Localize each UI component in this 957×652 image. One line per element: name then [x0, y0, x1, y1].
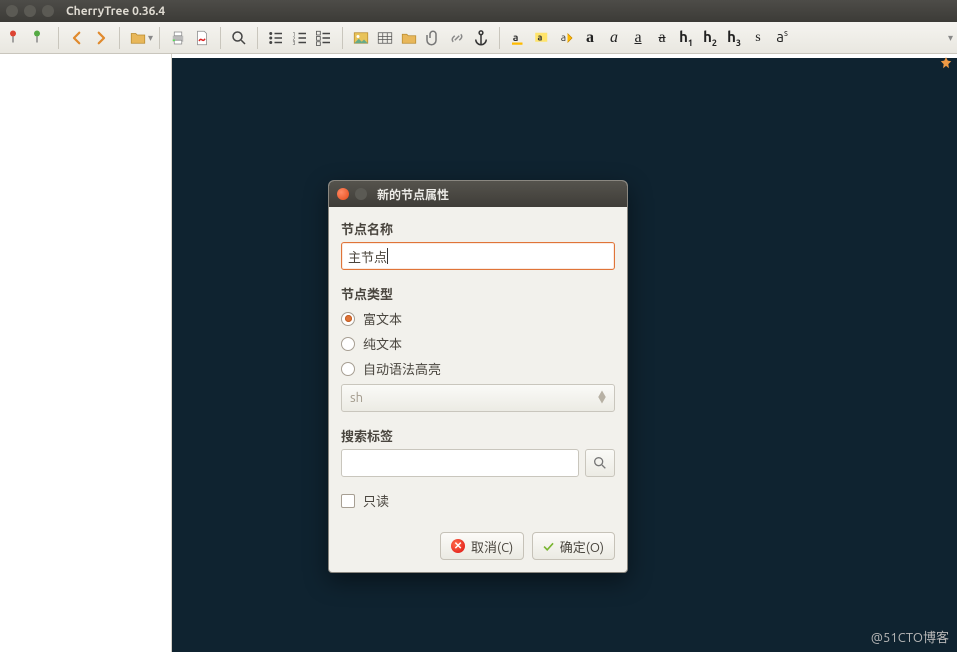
- export-pdf-button[interactable]: [190, 26, 214, 50]
- format-color-button[interactable]: a: [506, 26, 530, 50]
- editor-top-strip: [172, 54, 957, 58]
- svg-text:3: 3: [293, 39, 296, 45]
- toolbar-separator: [220, 27, 221, 49]
- heading2-button[interactable]: h2: [698, 26, 722, 50]
- search-tags-label: 搜索标签: [341, 426, 615, 445]
- print-button[interactable]: [166, 26, 190, 50]
- ok-button[interactable]: ✓ 确定(O): [532, 532, 615, 560]
- search-tags-button[interactable]: [585, 449, 615, 477]
- node-name-value: 主节点: [348, 247, 387, 266]
- insert-image-button[interactable]: [349, 26, 373, 50]
- dialog-close-icon[interactable]: [337, 188, 349, 200]
- svg-text:a: a: [513, 31, 519, 43]
- format-highlight-button[interactable]: a: [530, 26, 554, 50]
- open-folder-button[interactable]: [126, 26, 150, 50]
- readonly-checkbox-row[interactable]: 只读: [341, 491, 615, 510]
- node-type-plain-label: 纯文本: [363, 334, 402, 353]
- cancel-icon: ✕: [451, 539, 465, 553]
- insert-codebox-button[interactable]: [397, 26, 421, 50]
- node-type-rich-option[interactable]: 富文本: [341, 309, 615, 328]
- node-type-auto-label: 自动语法高亮: [363, 359, 441, 378]
- tree-sidebar[interactable]: [0, 54, 172, 652]
- insert-file-button[interactable]: [421, 26, 445, 50]
- node-type-rich-label: 富文本: [363, 309, 402, 328]
- dialog-minimize-icon[interactable]: [355, 188, 367, 200]
- window-minimize-icon[interactable]: [24, 5, 36, 17]
- toolbar-separator: [119, 27, 120, 49]
- format-underline-button[interactable]: a: [626, 26, 650, 50]
- node-type-auto-option[interactable]: 自动语法高亮: [341, 359, 615, 378]
- insert-table-button[interactable]: [373, 26, 397, 50]
- format-clear-button[interactable]: a: [554, 26, 578, 50]
- readonly-label: 只读: [363, 491, 389, 510]
- format-bold-button[interactable]: a: [578, 26, 602, 50]
- cancel-button[interactable]: ✕ 取消(C): [440, 532, 524, 560]
- dialog-body: 节点名称 主节点 节点类型 富文本 纯文本 自动语法高亮 sh ▲▼ 搜索标签: [329, 207, 627, 572]
- heading3-button[interactable]: h3: [722, 26, 746, 50]
- main-toolbar: ▾ 123 a a a a a a a h1 h2 h3 s as ▾: [0, 22, 957, 54]
- node-add-green-icon[interactable]: [28, 26, 52, 50]
- node-type-plain-option[interactable]: 纯文本: [341, 334, 615, 353]
- syntax-combo-value: sh: [350, 391, 363, 405]
- toolbar-separator: [499, 27, 500, 49]
- ok-button-label: 确定(O): [560, 537, 604, 556]
- node-type-label: 节点类型: [341, 284, 615, 303]
- dialog-titlebar[interactable]: 新的节点属性: [329, 181, 627, 207]
- node-name-input[interactable]: 主节点: [341, 242, 615, 270]
- window-titlebar: CherryTree 0.36.4: [0, 0, 957, 22]
- pin-icon[interactable]: [939, 56, 953, 70]
- format-superscript-button[interactable]: as: [770, 26, 794, 50]
- new-node-dialog: 新的节点属性 节点名称 主节点 节点类型 富文本 纯文本 自动语法高亮 sh ▲…: [328, 180, 628, 573]
- toolbar-overflow-icon[interactable]: ▾: [948, 32, 953, 44]
- cancel-button-label: 取消(C): [471, 537, 513, 556]
- check-icon: ✓: [543, 538, 554, 555]
- watermark: @51CTO博客: [871, 627, 949, 646]
- nav-forward-button[interactable]: [89, 26, 113, 50]
- window-maximize-icon[interactable]: [42, 5, 54, 17]
- list-todo-button[interactable]: [312, 26, 336, 50]
- toolbar-separator: [159, 27, 160, 49]
- toolbar-separator: [257, 27, 258, 49]
- window-close-icon[interactable]: [6, 5, 18, 17]
- format-italic-button[interactable]: a: [602, 26, 626, 50]
- search-icon: [592, 455, 608, 471]
- insert-anchor-button[interactable]: [469, 26, 493, 50]
- nav-back-button[interactable]: [65, 26, 89, 50]
- radio-icon: [341, 362, 355, 376]
- svg-text:a: a: [561, 31, 566, 43]
- format-strike-button[interactable]: a: [650, 26, 674, 50]
- window-title: CherryTree 0.36.4: [66, 5, 165, 18]
- search-button[interactable]: [227, 26, 251, 50]
- dialog-title: 新的节点属性: [377, 186, 449, 203]
- radio-icon: [341, 312, 355, 326]
- format-small-button[interactable]: s: [746, 26, 770, 50]
- syntax-combo[interactable]: sh ▲▼: [341, 384, 615, 412]
- checkbox-icon: [341, 494, 355, 508]
- chevron-updown-icon: ▲▼: [598, 392, 606, 404]
- svg-text:a: a: [538, 32, 543, 42]
- toolbar-separator: [342, 27, 343, 49]
- node-name-label: 节点名称: [341, 219, 615, 238]
- list-numbered-button[interactable]: 123: [288, 26, 312, 50]
- node-add-red-icon[interactable]: [4, 26, 28, 50]
- insert-link-button[interactable]: [445, 26, 469, 50]
- search-tags-input[interactable]: [341, 449, 579, 477]
- open-folder-dropdown-icon[interactable]: ▾: [148, 32, 153, 44]
- toolbar-separator: [58, 27, 59, 49]
- heading1-button[interactable]: h1: [674, 26, 698, 50]
- radio-icon: [341, 337, 355, 351]
- list-bulleted-button[interactable]: [264, 26, 288, 50]
